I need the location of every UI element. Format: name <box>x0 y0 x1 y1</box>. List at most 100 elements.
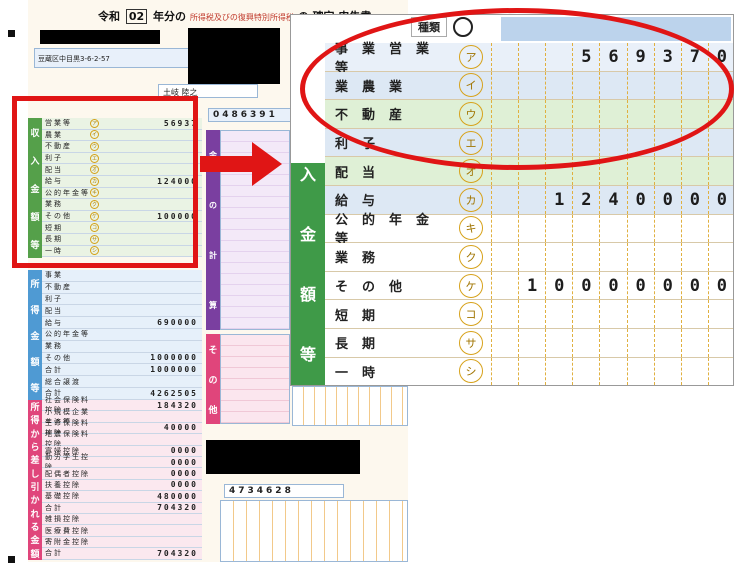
title-text: 年分の <box>153 10 186 23</box>
redaction-block <box>206 440 360 474</box>
row-label: 公的年金等 <box>45 330 90 339</box>
form-row: 公的年金等 <box>42 329 202 341</box>
form-row: 雑損控除 <box>42 514 202 526</box>
side-char: 所 <box>30 403 40 414</box>
row-label: 合計 <box>45 549 63 558</box>
phone-field: 0486391 <box>208 108 298 122</box>
highlight-box <box>12 96 198 268</box>
digit-cell <box>626 329 654 357</box>
form-row: 配当 <box>42 305 202 318</box>
row-label: その他 <box>45 353 72 362</box>
side-char: 算 <box>209 300 217 310</box>
digit-cell <box>653 300 681 328</box>
list-bullet <box>8 30 15 37</box>
zoom-row-marker: コ <box>459 302 483 327</box>
digit-cell <box>518 243 545 271</box>
digit-cell <box>491 357 518 385</box>
form-row: 利子 <box>42 293 202 306</box>
zoom-row-digits <box>491 300 733 328</box>
row-label: 合計 <box>45 503 63 512</box>
side-char: る <box>30 523 40 534</box>
zoom-row-label: 業務 <box>335 251 390 267</box>
side-char: 金 <box>299 225 316 244</box>
row-value: 1000000 <box>150 365 198 375</box>
form-row: 事業 <box>42 270 202 282</box>
digit-cell <box>491 186 518 214</box>
row-label: 扶養控除 <box>45 480 81 489</box>
digit-cell <box>707 214 733 243</box>
row-label: 事業 <box>45 271 63 280</box>
form-row: 給与 690000 <box>42 317 202 329</box>
phone-text: 0486391 <box>213 110 278 120</box>
digit-cell: 0 <box>653 271 681 300</box>
address-text: 豆蔵区中目黒3-6-2-57 <box>38 55 110 63</box>
form-row: 総合譲渡 <box>42 376 202 388</box>
zoom-row-label: 短期 <box>335 308 390 324</box>
form-row: その他 1000000 <box>42 352 202 365</box>
row-label: 不動産 <box>45 283 72 292</box>
digit-cell <box>680 243 708 271</box>
zoom-row-label: 長期 <box>335 337 390 353</box>
side-char: 計 <box>209 250 217 260</box>
digit-cell <box>518 214 545 243</box>
side-char: 得 <box>30 305 40 316</box>
row-label: 総合譲渡 <box>45 377 81 386</box>
digit-cell: 2 <box>572 186 599 214</box>
digit-cell: 0 <box>707 271 733 300</box>
digit-cell <box>707 157 733 185</box>
digit-cell <box>599 300 626 328</box>
row-value: 184320 <box>157 400 198 410</box>
zoom-row: 公的年金等キ <box>325 213 733 247</box>
side-char: そ <box>208 345 218 356</box>
digit-cell <box>545 357 572 385</box>
row-label: 合計 <box>45 365 63 374</box>
digit-cell <box>518 357 545 385</box>
digit-cell <box>572 300 599 328</box>
form-row: 基礎控除 480000 <box>42 491 202 503</box>
era-label: 令和 <box>98 10 120 23</box>
row-label: 医療費控除 <box>45 526 90 535</box>
digit-cell: 0 <box>599 271 626 300</box>
digit-cell <box>599 243 626 271</box>
side-char: 差 <box>30 456 40 467</box>
arrow-right-icon <box>200 142 282 186</box>
other-column <box>220 334 290 424</box>
title-small: 所得税及びの復興特別所得税 <box>189 13 294 22</box>
zoom-row: 業務 ク <box>325 243 733 272</box>
digit-cell: 0 <box>572 271 599 300</box>
zoom-row-marker: シ <box>459 359 483 384</box>
side-char: 得 <box>30 416 40 427</box>
digit-cell: 0 <box>626 186 654 214</box>
digit-cell: 0 <box>707 186 733 214</box>
digit-cell <box>707 300 733 328</box>
zoom-row-marker: カ <box>459 187 483 212</box>
digit-cell <box>653 243 681 271</box>
form-row: 合計 704320 <box>42 548 202 560</box>
digit-cell <box>707 357 733 385</box>
side-char: 等 <box>299 345 316 364</box>
highlight-ellipse <box>300 8 734 170</box>
other-section-label: そ の 他 <box>206 334 220 424</box>
zoom-row-marker: ケ <box>459 273 483 298</box>
digit-cell: 0 <box>680 271 708 300</box>
row-label: 寄附金控除 <box>45 537 90 546</box>
digit-cell: 1 <box>545 186 572 214</box>
row-label: 利子 <box>45 294 63 303</box>
digit-cell <box>491 243 518 271</box>
digit-cell <box>599 329 626 357</box>
digit-cell <box>599 214 626 243</box>
row-label: 配当 <box>45 306 63 315</box>
zoom-row: 一時 シ <box>325 357 733 385</box>
side-char: の <box>208 375 218 386</box>
side-char: 額 <box>299 285 316 304</box>
digit-cell <box>491 329 518 357</box>
zoom-row-label: その他 <box>335 280 417 296</box>
side-char: ら <box>30 443 40 454</box>
form-row: 寄附金控除 <box>42 536 202 549</box>
digit-cell <box>545 300 572 328</box>
side-char: 金 <box>30 331 40 342</box>
digit-cell: 0 <box>680 186 708 214</box>
zoom-row: 短期 コ <box>325 300 733 329</box>
side-char: か <box>30 496 40 507</box>
digit-cell <box>518 329 545 357</box>
